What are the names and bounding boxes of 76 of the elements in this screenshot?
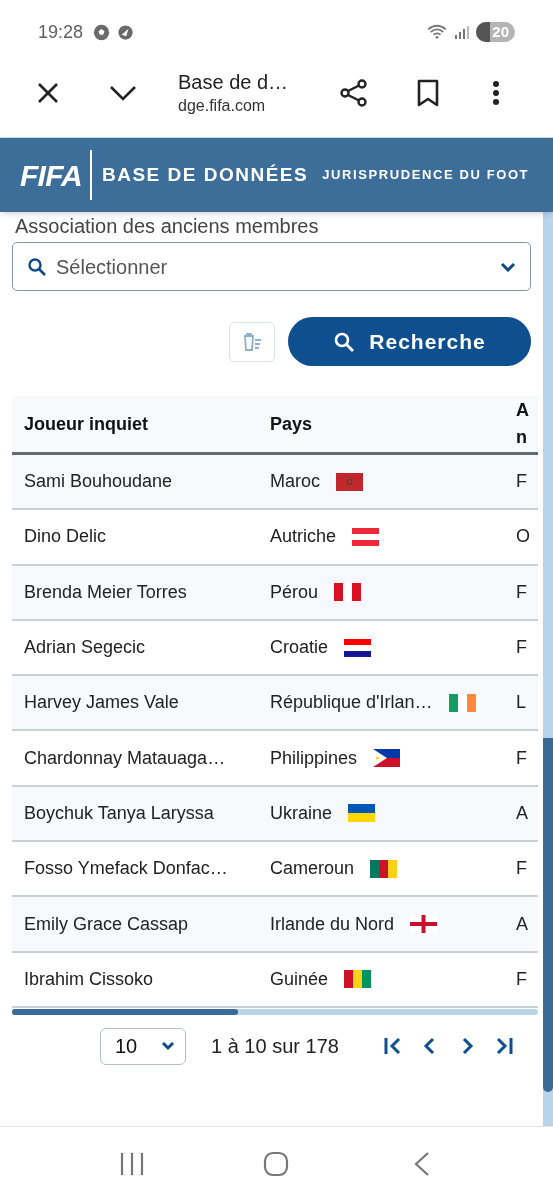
table-cell-text: Pérou [270,580,319,604]
site-subtitle: JURISPRUDENCE DU FOOT [322,166,530,185]
filter-label: Association des anciens membres [15,214,319,238]
table-cell-text: F [516,470,528,494]
table-cell-text: Croatie [270,636,329,660]
table-cell-text: F [516,746,528,770]
table-cell-text: A [516,912,529,936]
select-field[interactable]: Sélectionner [12,242,531,291]
table-cell-text: Ukraine [270,801,333,825]
table-cell-text: Maroc [270,470,320,494]
scrollbar[interactable] [543,212,553,1126]
flag-icon [334,583,362,602]
search-icon [333,330,356,353]
column-header[interactable]: A n [516,397,538,451]
column-header[interactable]: Joueur inquiet [12,410,270,438]
flag-icon [348,804,376,823]
flag-icon [448,693,476,712]
flag-icon [344,970,372,989]
flag-icon [370,859,398,878]
table-cell-text: Fosso Ymefack Donfac… [23,857,229,881]
table-cell-text: L [516,691,527,715]
flag-icon [373,749,401,768]
flag-icon [336,472,363,491]
wifi-icon [426,24,449,40]
table-cell-text: F [516,636,528,660]
flag-icon [410,915,438,933]
page-range: 1 à 10 sur 178 [211,1034,339,1060]
select-placeholder: Sélectionner [56,254,168,280]
battery-indicator: 20 [476,22,515,42]
signal-icon [454,24,471,40]
table-cell-text: Chardonnay Matauaga… [23,746,227,770]
horizontal-scrollbar[interactable] [12,1008,538,1015]
table-cell-text: Emily Grace Cassap [23,912,190,936]
table-cell-text: Boychuk Tanya Laryssa [23,801,215,825]
table-cell-text: République d'Irlan… [270,691,433,715]
more-icon [492,79,500,106]
table-cell-text: Sami Bouhoudane [23,470,174,494]
chevron-down-icon [161,1041,175,1052]
site-title: BASE DE DONNÉES [102,162,309,187]
recent-apps-icon [119,1151,146,1176]
bookmark-icon [417,78,439,107]
page-size-select[interactable]: 10 [100,1027,186,1065]
table-cell-text: Irlande du Nord [270,912,395,936]
table-cell-text: F [516,967,528,991]
table-cell-text: O [516,525,531,549]
first-page-icon [383,1036,403,1057]
flag-icon [344,638,372,657]
trash-list-icon [241,330,263,353]
home-icon [263,1150,290,1177]
share-icon [339,77,369,108]
table-cell-text: Harvey James Vale [23,691,180,715]
table-cell-text: Adrian Segecic [23,636,147,660]
table-cell-text: Philippines [270,746,358,770]
table-cell-text: Ibrahim Cissoko [23,967,155,991]
page-title: Base de d… [178,69,290,95]
chevron-down-icon [500,261,516,272]
page-url: dge.fifa.com [178,95,267,116]
flag-icon [352,527,380,546]
column-header[interactable]: Pays [270,410,516,438]
status-time: 19:28 [38,20,84,44]
search-button[interactable]: Recherche [288,317,531,366]
notification-icon [118,24,134,40]
table-cell-text: Guinée [270,967,329,991]
close-icon [37,81,59,104]
last-page-icon [494,1036,514,1057]
table-cell-text: F [516,580,528,604]
table-cell-text: Cameroun [270,857,355,881]
table-cell-text: Autriche [270,525,337,549]
chevron-down-icon [109,84,137,101]
table-cell-text: Brenda Meier Torres [23,580,188,604]
soccer-ball-icon [93,23,111,41]
table-cell-text: Dino Delic [23,525,108,549]
search-icon [27,256,47,277]
table-cell-text: A [516,801,529,825]
table-cell-text: F [516,857,528,881]
fifa-logo: FIFA [20,157,82,194]
